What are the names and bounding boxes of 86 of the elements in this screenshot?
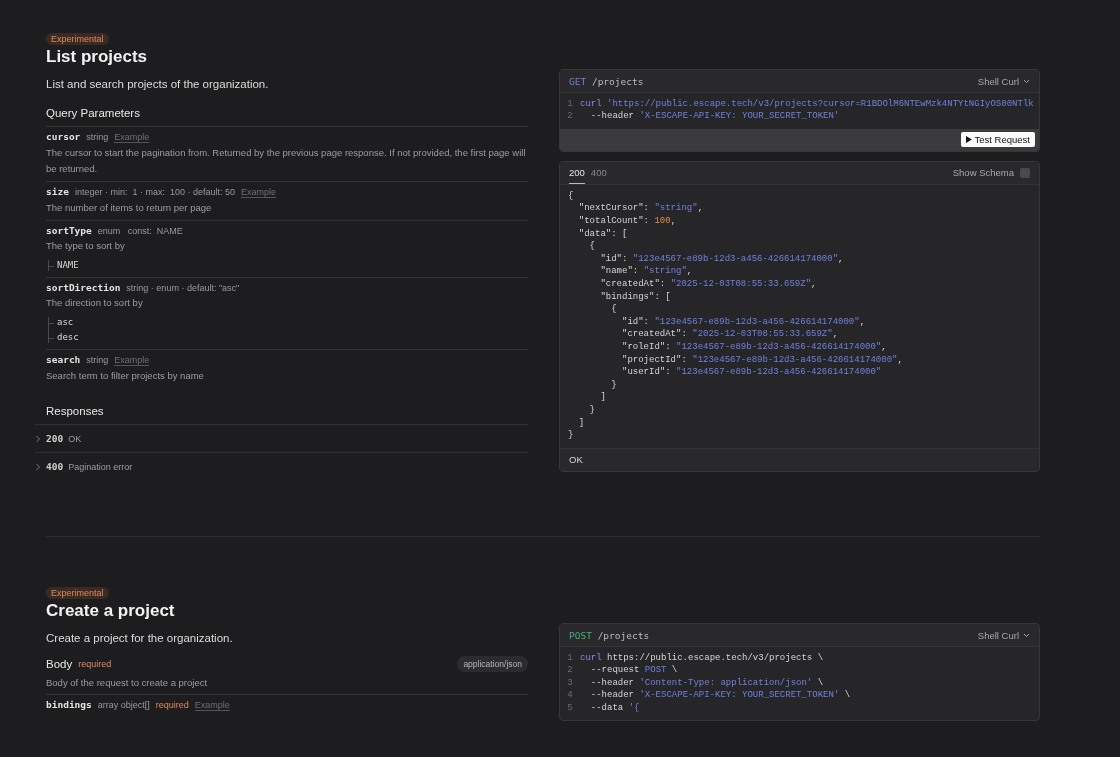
show-schema-checkbox[interactable]: [1020, 167, 1030, 178]
code-line: --data '{: [589, 701, 640, 715]
param-type: array object[]: [97, 700, 150, 710]
example-link[interactable]: Example: [114, 355, 150, 366]
example-link[interactable]: Example: [114, 132, 150, 143]
code-line: "nextCursor": "string",: [577, 202, 705, 215]
param-type: string: [86, 132, 109, 142]
code-line: }: [610, 378, 618, 392]
code-line: --header 'X-ESCAPE-API-KEY: YOUR_SECRET_TOKEN' \: [589, 689, 851, 702]
page-title: Create a project: [46, 601, 176, 621]
show-schema-label: Show Schema: [952, 167, 1014, 179]
code-line: ]: [599, 391, 607, 404]
code-line: "roleId": "123e4567-e89b-12d3-a456-426614174000",: [621, 340, 888, 354]
code-line: "id": "123e4567-e89b-12d3-a456-426614174000",: [599, 252, 845, 266]
play-icon: [965, 136, 972, 144]
test-request-button[interactable]: Test Request: [960, 132, 1035, 148]
param-description: Search term to filter projects by name: [46, 369, 205, 383]
status-tab[interactable]: 400: [590, 161, 607, 184]
code-line: {: [610, 303, 618, 316]
section-heading: Responses: [46, 405, 105, 417]
param-name: sortType: [46, 225, 92, 236]
chevron-down-icon: [1023, 632, 1030, 638]
body-label: Body: [46, 658, 73, 670]
enum-value: desc: [49, 332, 528, 342]
required-label: required: [155, 700, 189, 710]
code-line: ]: [577, 416, 586, 430]
line-number: 5: [566, 701, 574, 715]
required-label: required: [78, 659, 112, 669]
line-number: 3: [566, 676, 574, 690]
line-number: 4: [566, 689, 574, 702]
language-dropdown[interactable]: Shell Curl: [977, 629, 1030, 641]
param-name: sortDirection: [46, 282, 121, 293]
code-line: --header 'Content-Type: application/json' \: [589, 676, 824, 690]
enum-value: NAME: [49, 260, 528, 270]
param-name: cursor: [46, 131, 81, 142]
code-line: }: [588, 403, 596, 417]
code-line: "totalCount": 100,: [577, 215, 678, 228]
section-description: Create a project for the organization.: [46, 632, 234, 644]
enum-value: asc: [49, 317, 528, 327]
param-type: enum const: NAME: [97, 226, 183, 236]
code-line: "id": "123e4567-e89b-12d3-a456-426614174000",: [621, 315, 867, 329]
line-number: 1: [566, 652, 574, 665]
experimental-badge: Experimental: [46, 33, 109, 45]
param-description: The direction to sort by: [46, 296, 144, 310]
code-line: "createdAt": "2025-12-03T08:55:33.659Z",: [621, 328, 840, 341]
param-name: search: [46, 354, 81, 365]
content-type-badge: application/json: [457, 656, 528, 672]
endpoint-label: POST /projects: [569, 629, 650, 641]
code-line: --header 'X-ESCAPE-API-KEY: YOUR_SECRET_TOKEN': [589, 110, 840, 123]
code-line: }: [568, 429, 575, 442]
code-line: "createdAt": "2025-12-03T08:55:33.659Z",: [599, 277, 818, 291]
experimental-badge: Experimental: [46, 587, 109, 599]
code-line: curl https://public.escape.tech/v3/projects \: [580, 652, 824, 665]
code-line: --request POST \: [589, 664, 678, 677]
example-link[interactable]: Example: [194, 700, 230, 711]
response-row[interactable]: 200 OK: [35, 424, 528, 452]
param-type: integer · min: 1 · max: 100 · default: 50: [74, 187, 235, 197]
status-text: OK: [560, 447, 1039, 471]
code-line: "name": "string",: [599, 265, 694, 278]
language-dropdown[interactable]: Shell Curl: [977, 75, 1030, 87]
code-line: {: [568, 189, 575, 203]
status-tab[interactable]: 200: [569, 161, 585, 184]
body-description: Body of the request to create a project: [46, 677, 209, 688]
code-line: "bindings": [: [599, 290, 672, 304]
code-line: "data": [: [577, 227, 629, 241]
code-line: curl 'https://public.escape.tech/v3/projects?cursor=R1BDOlM6NTEwMzk4NTYtNGIyOS00NTlk: [580, 98, 1034, 111]
param-name: bindings: [46, 699, 92, 710]
code-line: "userId": "123e4567-e89b-12d3-a456-426614174000": [621, 366, 883, 379]
line-number: 2: [566, 110, 574, 123]
section-heading: Query Parameters: [46, 107, 141, 119]
response-row[interactable]: 400 Pagination error: [35, 452, 528, 480]
code-line: {: [588, 240, 596, 253]
code-line: "projectId": "123e4567-e89b-12d3-a456-426614174000",: [621, 353, 904, 367]
page-title: List projects: [46, 47, 149, 67]
section-description: List and search projects of the organization.: [46, 78, 270, 90]
param-description: The number of items to return per page: [46, 201, 213, 215]
example-link[interactable]: Example: [240, 187, 276, 198]
param-description: The cursor to start the pagination from. Returned by the previous page response. If not provided, the first page will be returned.: [46, 146, 527, 176]
line-number: 1: [566, 98, 574, 111]
param-type: string: [86, 355, 109, 365]
param-type: string · enum · default: "asc": [126, 283, 240, 293]
line-number: 2: [566, 664, 574, 677]
endpoint-label: GET /projects: [569, 75, 644, 87]
param-description: The type to sort by: [46, 239, 126, 253]
param-name: size: [46, 186, 69, 197]
chevron-down-icon: [1023, 78, 1030, 84]
